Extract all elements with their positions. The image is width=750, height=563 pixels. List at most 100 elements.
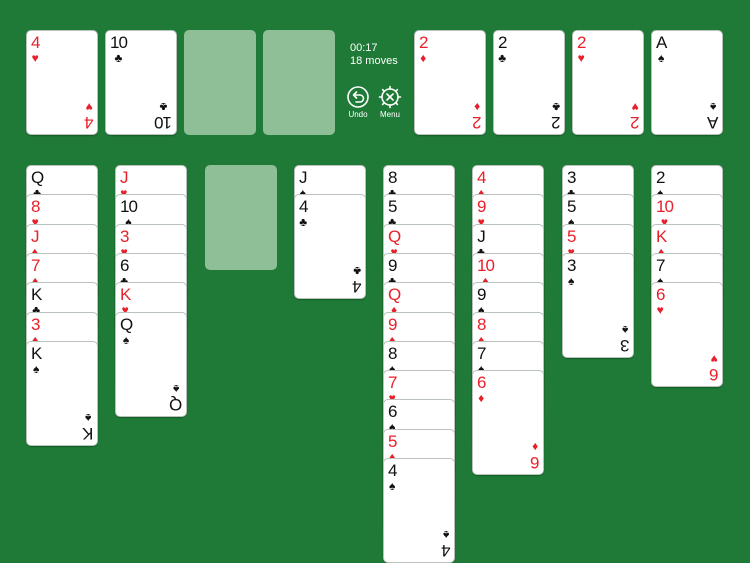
card-corner: A ♠ — [656, 34, 667, 64]
card-rank: K — [82, 424, 93, 443]
card-corner-bottom: 4 ♣ — [352, 264, 361, 296]
card-suit-icon: ♠ — [709, 100, 717, 114]
card-rank: Q — [388, 227, 401, 246]
card-rank: 8 — [388, 168, 398, 187]
card-corner: 2 ♣ — [498, 33, 508, 65]
card-rank: 5 — [388, 197, 398, 216]
card-suit-icon: ♠ — [122, 333, 130, 347]
card-rank: 6 — [656, 285, 666, 304]
card-rank: 4 — [477, 168, 487, 187]
card-rank: 4 — [84, 113, 93, 132]
playing-card[interactable]: 2 ♣ 2 ♣ — [493, 30, 565, 135]
card-suit-icon: ♠ — [568, 274, 575, 288]
menu-label: Menu — [379, 110, 400, 119]
card-rank: K — [31, 285, 42, 304]
playing-card[interactable]: 3 ♠ 3 ♠ — [562, 253, 634, 358]
card-suit-icon: ♣ — [551, 100, 560, 114]
undo-icon — [347, 86, 369, 108]
card-rank: 9 — [477, 285, 487, 304]
card-rank: Q — [120, 315, 133, 334]
playing-card[interactable]: K ♠ K ♠ — [26, 341, 98, 446]
card-rank: J — [120, 168, 128, 187]
card-suit-icon: ♥ — [85, 100, 93, 114]
card-rank: K — [120, 285, 131, 304]
card-rank: 6 — [388, 402, 398, 421]
playing-card[interactable]: 6 ♦ 6 ♦ — [472, 370, 544, 475]
empty-free-cell[interactable] — [263, 30, 335, 135]
playing-card[interactable]: 4 ♣ 4 ♣ — [294, 194, 366, 299]
card-suit-icon: ♠ — [32, 362, 40, 376]
timer: 00:17 — [350, 42, 378, 54]
playing-card[interactable]: 4 ♥ 4 ♥ — [26, 30, 98, 135]
card-suit-icon: ♠ — [621, 323, 628, 337]
card-corner-bottom: 3 ♠ — [621, 323, 629, 355]
empty-free-cell[interactable] — [184, 30, 256, 135]
card-rank: 7 — [477, 344, 487, 363]
card-suit-icon: ♣ — [352, 264, 361, 278]
card-rank: Q — [388, 285, 401, 304]
playing-card[interactable]: 6 ♥ 6 ♥ — [651, 282, 723, 387]
card-suit-icon: ♠ — [442, 528, 449, 542]
playing-card[interactable]: A ♠ A ♠ — [651, 30, 723, 135]
card-corner: 4 ♥ — [31, 34, 41, 65]
card-rank: 2 — [551, 113, 560, 132]
move-counter: 18 moves — [350, 55, 398, 67]
card-rank: Q — [169, 395, 182, 414]
undo-button[interactable]: Undo — [341, 85, 375, 119]
card-suit-icon: ♦ — [531, 440, 538, 454]
card-rank: K — [31, 344, 42, 363]
card-suit-icon: ♣ — [498, 51, 507, 65]
card-suit-icon: ♥ — [31, 51, 39, 65]
card-corner: 10 ♣ — [110, 34, 128, 65]
card-corner-bottom: 2 ♥ — [631, 100, 639, 132]
playing-card[interactable]: 2 ♦ 2 ♦ — [414, 30, 486, 135]
card-corner-bottom: 2 ♦ — [472, 100, 481, 132]
card-rank: 5 — [567, 227, 577, 246]
card-corner: 2 ♦ — [419, 34, 429, 64]
card-suit-icon: ♥ — [631, 100, 639, 114]
card-rank: K — [656, 227, 667, 246]
card-suit-icon: ♥ — [577, 51, 585, 65]
card-rank: 2 — [472, 113, 481, 132]
card-corner: 6 ♥ — [656, 285, 666, 316]
card-rank: 4 — [299, 197, 309, 216]
card-corner-bottom: 10 ♣ — [155, 100, 172, 132]
card-rank: 3 — [31, 315, 41, 334]
card-rank: 6 — [477, 373, 487, 392]
card-suit-icon: ♦ — [478, 391, 485, 405]
card-suit-icon: ♠ — [389, 479, 396, 493]
playing-card[interactable]: 4 ♠ 4 ♠ — [383, 458, 455, 563]
card-rank: 9 — [388, 315, 398, 334]
card-corner: K ♠ — [31, 344, 42, 376]
card-corner-bottom: 6 ♦ — [530, 440, 539, 472]
card-corner: 4 ♣ — [299, 197, 309, 228]
card-corner-bottom: 4 ♠ — [441, 528, 450, 560]
card-rank: J — [477, 227, 485, 246]
card-rank: 5 — [567, 197, 577, 216]
card-rank: 9 — [477, 197, 487, 216]
card-rank: 5 — [388, 432, 398, 451]
card-rank: 4 — [388, 461, 398, 480]
card-rank: 4 — [352, 277, 361, 296]
card-corner: 3 ♠ — [567, 257, 577, 288]
card-rank: J — [299, 168, 307, 187]
menu-button[interactable]: Menu — [373, 85, 407, 119]
card-corner: Q ♠ — [120, 315, 133, 347]
undo-label: Undo — [348, 110, 368, 119]
card-rank: 10 — [656, 197, 674, 216]
playing-card[interactable]: 10 ♣ 10 ♣ — [105, 30, 177, 135]
card-rank: 10 — [477, 256, 495, 275]
playing-card[interactable]: 2 ♥ 2 ♥ — [572, 30, 644, 135]
card-suit-icon: ♣ — [114, 51, 123, 65]
card-corner: 4 ♠ — [388, 461, 398, 493]
card-rank: 6 — [530, 453, 539, 472]
empty-tableau-column[interactable] — [205, 165, 277, 270]
card-rank: 9 — [388, 256, 398, 275]
card-suit-icon: ♦ — [473, 100, 480, 114]
card-rank: 2 — [498, 33, 508, 52]
card-corner-bottom: K ♠ — [82, 411, 93, 443]
card-corner: 6 ♦ — [477, 373, 487, 405]
playing-card[interactable]: Q ♠ Q ♠ — [115, 312, 187, 417]
card-rank: 8 — [388, 344, 398, 363]
card-rank: 4 — [441, 541, 450, 560]
